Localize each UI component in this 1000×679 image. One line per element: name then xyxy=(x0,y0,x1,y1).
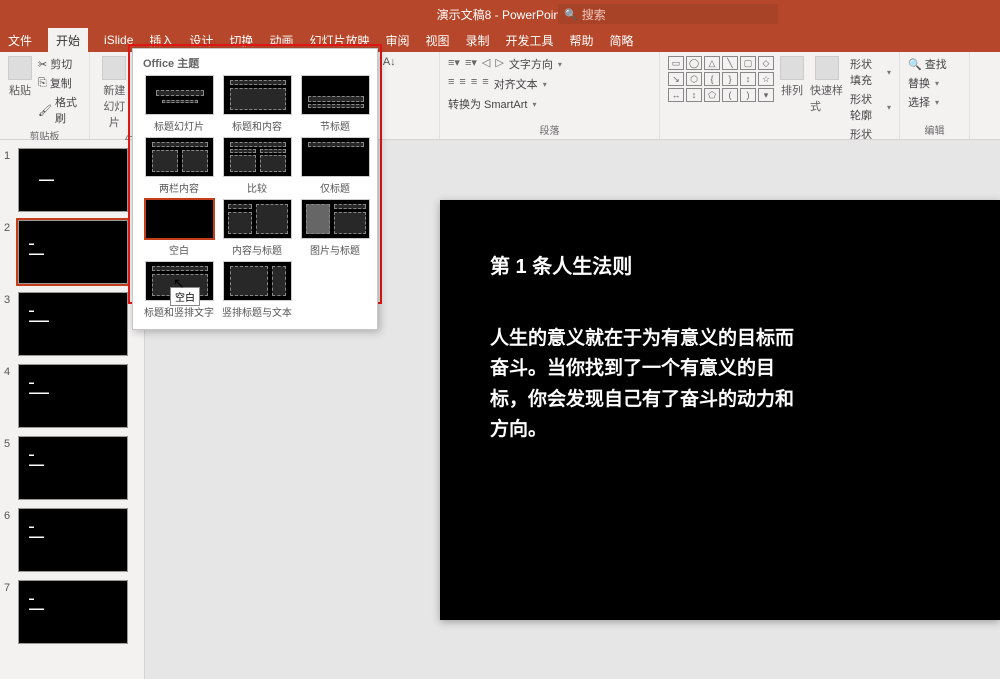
group-clipboard: 粘贴 ✂ 剪切 ⎘ 复制 🖌 格式刷 剪贴板 xyxy=(0,52,90,139)
arrange-button[interactable]: 排列 xyxy=(780,56,804,98)
quick-styles-button[interactable]: 快速样式 xyxy=(810,56,844,114)
justify-button[interactable]: ≡ xyxy=(482,76,488,92)
numbering-button[interactable]: ≡▾ xyxy=(465,56,477,72)
layout-title-only[interactable]: 仅标题 xyxy=(299,137,371,195)
bullets-button[interactable]: ≡▾ xyxy=(448,56,460,72)
text-direction-button[interactable]: 文字方向 xyxy=(509,56,562,72)
app-name: PowerPoint xyxy=(502,8,563,22)
search-placeholder: 搜索 xyxy=(582,6,606,23)
slide-thumbnail[interactable]: 6 ▬▬▬▬ xyxy=(4,508,140,572)
layout-section-header[interactable]: 节标题 xyxy=(299,75,371,133)
layout-dropdown: Office 主题 标题幻灯片 标题和内容 节标题 两栏内容 比较 仅标题 空白 xyxy=(132,48,378,330)
slide-thumbnail[interactable]: 2 ▬▬▬▬ xyxy=(4,220,140,284)
slide-thumbnail[interactable]: 3 ▬▬▬▬▬ xyxy=(4,292,140,356)
tab-transitions[interactable]: 切换 xyxy=(229,32,253,49)
align-left-button[interactable]: ≡ xyxy=(448,76,454,92)
layout-title-content[interactable]: 标题和内容 xyxy=(221,75,293,133)
search-box[interactable]: 🔍 搜索 xyxy=(558,4,778,24)
window-title: 演示文稿8 - PowerPoint xyxy=(437,6,564,23)
tab-shorthand[interactable]: 简略 xyxy=(610,32,634,49)
quick-styles-icon xyxy=(815,56,839,80)
tab-file[interactable]: 文件 xyxy=(8,32,32,49)
group-drawing: ▭◯△╲▢◇ ↘⬡{}↕☆ ↔↕⬠()▾ 排列 快速样式 形状填充 形状轮廓 形… xyxy=(660,52,900,139)
indent-increase-button[interactable]: ▷ xyxy=(495,56,503,72)
document-name: 演示文稿8 xyxy=(437,8,492,22)
tab-insert[interactable]: 插入 xyxy=(149,32,173,49)
layout-dropdown-header: Office 主题 xyxy=(133,49,377,75)
paste-button[interactable]: 粘贴 xyxy=(8,56,32,98)
decrease-font-button[interactable]: A↓ xyxy=(383,56,396,76)
tab-developer[interactable]: 开发工具 xyxy=(506,32,554,49)
slide-thumbnail[interactable]: 7 ▬▬▬▬ xyxy=(4,580,140,644)
layout-blank[interactable]: 空白 xyxy=(143,199,215,257)
slide-thumbnail[interactable]: 1 ▬▬▬ xyxy=(4,148,140,212)
new-slide-icon xyxy=(102,56,126,80)
align-center-button[interactable]: ≡ xyxy=(459,76,465,92)
find-button[interactable]: 🔍 查找 xyxy=(908,56,947,72)
tab-islide[interactable]: iSlide xyxy=(104,33,133,47)
title-bar: 演示文稿8 - PowerPoint 🔍 搜索 xyxy=(0,0,1000,28)
replace-button[interactable]: 替换 xyxy=(908,75,947,91)
align-right-button[interactable]: ≡ xyxy=(471,76,477,92)
align-text-button[interactable]: 对齐文本 xyxy=(494,76,547,92)
layout-picture-caption[interactable]: 图片与标题 xyxy=(299,199,371,257)
group-label: 段落 xyxy=(448,120,651,139)
arrange-icon xyxy=(780,56,804,80)
tab-animations[interactable]: 动画 xyxy=(269,32,293,49)
paste-icon xyxy=(8,56,32,80)
indent-decrease-button[interactable]: ◁ xyxy=(482,56,490,72)
shape-fill-button[interactable]: 形状填充 xyxy=(850,56,891,88)
new-slide-button[interactable]: 新建 幻灯片 xyxy=(98,56,131,130)
shapes-gallery[interactable]: ▭◯△╲▢◇ ↘⬡{}↕☆ ↔↕⬠()▾ xyxy=(668,56,774,102)
copy-button[interactable]: ⎘ 复制 xyxy=(38,75,81,91)
group-paragraph: ≡▾ ≡▾ ◁ ▷ 文字方向 ≡ ≡ ≡ ≡ 对齐文本 转换为 SmartArt… xyxy=(440,52,660,139)
format-painter-button[interactable]: 🖌 格式刷 xyxy=(38,94,81,126)
slide-title[interactable]: 第 1 条人生法则 xyxy=(490,250,950,279)
layout-two-content[interactable]: 两栏内容 xyxy=(143,137,215,195)
layout-vertical-title-text[interactable]: 竖排标题与文本 xyxy=(221,261,293,319)
select-button[interactable]: 选择 xyxy=(908,94,947,110)
group-editing: 🔍 查找 替换 选择 编辑 xyxy=(900,52,970,139)
smartart-button[interactable]: 转换为 SmartArt xyxy=(448,96,536,112)
slide-thumbnails-panel: 1 ▬▬▬ 2 ▬▬▬▬ 3 ▬▬▬▬▬ 4 ▬▬▬▬▬ 5 ▬▬▬▬ 6 ▬▬… xyxy=(0,140,145,679)
tab-slideshow[interactable]: 幻灯片放映 xyxy=(309,32,369,49)
slide-body[interactable]: 人生的意义就在于为有意义的目标而奋斗。当你找到了一个有意义的目标，你会发现自己有… xyxy=(490,324,800,446)
group-label: 编辑 xyxy=(908,120,961,139)
slide-thumbnail[interactable]: 4 ▬▬▬▬▬ xyxy=(4,364,140,428)
shape-outline-button[interactable]: 形状轮廓 xyxy=(850,91,891,123)
search-icon: 🔍 xyxy=(564,8,578,21)
layout-content-caption[interactable]: 内容与标题 xyxy=(221,199,293,257)
cut-button[interactable]: ✂ 剪切 xyxy=(38,56,81,72)
layout-title-slide[interactable]: 标题幻灯片 xyxy=(143,75,215,133)
tab-review[interactable]: 审阅 xyxy=(385,32,409,49)
tab-home[interactable]: 开始 xyxy=(48,28,88,53)
tab-view[interactable]: 视图 xyxy=(425,32,449,49)
layout-comparison[interactable]: 比较 xyxy=(221,137,293,195)
slide-canvas[interactable]: 第 1 条人生法则 人生的意义就在于为有意义的目标而奋斗。当你找到了一个有意义的… xyxy=(440,200,1000,620)
tab-record[interactable]: 录制 xyxy=(466,32,490,49)
slide-thumbnail[interactable]: 5 ▬▬▬▬ xyxy=(4,436,140,500)
tab-design[interactable]: 设计 xyxy=(189,32,213,49)
cursor-icon xyxy=(173,275,185,291)
tab-help[interactable]: 帮助 xyxy=(570,32,594,49)
